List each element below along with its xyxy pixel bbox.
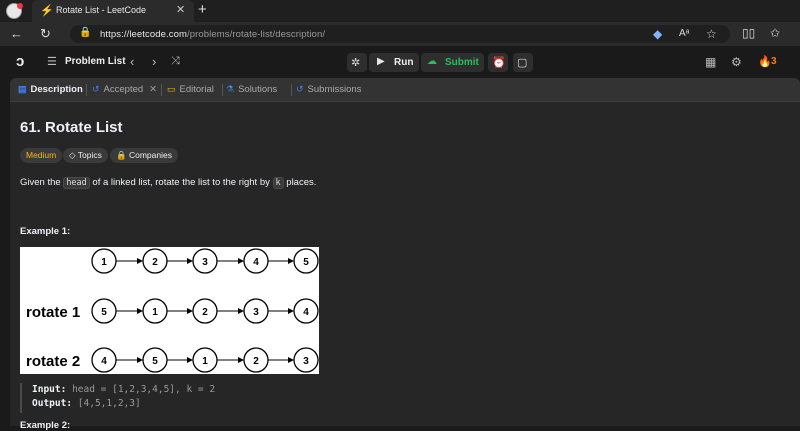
- favorite-star-icon[interactable]: ☆: [706, 27, 717, 41]
- submit-label: Submit: [445, 57, 479, 68]
- diagram-node-value: 2: [202, 307, 208, 318]
- topics-button[interactable]: ◇ Topics: [63, 148, 108, 163]
- address-bar-row: ← ↻ 🔒 https://leetcode.com/problems/rota…: [0, 22, 800, 46]
- document-icon: ▤: [18, 84, 27, 94]
- layout-grid-icon[interactable]: ▦: [705, 55, 716, 69]
- alarm-clock-icon: ⏰: [492, 57, 506, 69]
- rotate-list-diagram: 1 2 3 4 5 rotate 1 5 1 2 3 4 rotate 2 4 5 1 2 3: [20, 247, 319, 374]
- url-text: https://leetcode.com/problems/rotate-lis…: [100, 29, 326, 40]
- tab-divider: [222, 84, 223, 96]
- tab-divider: [291, 84, 292, 96]
- prev-problem-icon[interactable]: ‹: [130, 54, 134, 69]
- tab-editorial[interactable]: ▭ Editorial: [167, 84, 214, 95]
- diagram-row-label: rotate 2: [26, 353, 80, 370]
- diagram-node-value: 3: [303, 356, 309, 367]
- favorites-bar-icon[interactable]: ✩: [770, 26, 780, 40]
- example-output: Output: [4,5,1,2,3]: [32, 398, 141, 409]
- diagram-node-value: 4: [253, 257, 259, 268]
- diagram-node-value: 5: [152, 356, 158, 367]
- url-field[interactable]: 🔒 https://leetcode.com/problems/rotate-l…: [70, 25, 730, 43]
- leetcode-logo-icon[interactable]: ↄ: [16, 53, 24, 70]
- split-screen-icon[interactable]: ▯▯: [742, 26, 755, 40]
- run-button[interactable]: ▶ Run: [369, 53, 419, 72]
- note-icon: ▢: [517, 57, 528, 69]
- browser-tab-active[interactable]: ⚡ Rotate List - LeetCode ✕: [32, 0, 194, 22]
- browser-tab-strip: ⚡ Rotate List - LeetCode ✕ +: [0, 0, 800, 22]
- companies-button[interactable]: 🔒 Companies: [110, 148, 178, 163]
- settings-gear-icon[interactable]: ⚙: [731, 55, 742, 69]
- tab-divider: [161, 84, 162, 96]
- reload-icon[interactable]: ↻: [40, 26, 51, 42]
- cloud-upload-icon: ☁: [427, 56, 437, 67]
- lock-icon: 🔒: [79, 27, 92, 38]
- diagram-node-value: 1: [101, 257, 107, 268]
- bug-icon: ✲: [351, 57, 361, 69]
- tab-title: Rotate List - LeetCode: [56, 5, 147, 15]
- profile-avatar-icon[interactable]: [6, 3, 23, 19]
- debug-button[interactable]: ✲: [347, 53, 367, 72]
- problem-description: Given the head of a linked list, rotate …: [20, 177, 317, 189]
- read-aloud-icon[interactable]: Aᵃ: [679, 28, 689, 39]
- close-tab-accepted-icon[interactable]: ✕: [149, 84, 157, 95]
- difficulty-badge: Medium: [20, 148, 63, 163]
- diagram-node-value: 5: [101, 307, 107, 318]
- problem-title: 61. Rotate List: [20, 119, 123, 136]
- diagram-node-value: 3: [202, 257, 208, 268]
- diagram-node-value: 3: [253, 307, 259, 318]
- tab-divider: [86, 84, 87, 96]
- back-arrow-icon[interactable]: ←: [10, 26, 23, 41]
- example-quote-bar: [20, 383, 22, 413]
- play-icon: ▶: [377, 56, 385, 67]
- timer-button[interactable]: ⏰: [488, 53, 508, 72]
- shuffle-icon[interactable]: ⤨: [171, 55, 180, 68]
- leetcode-favicon-icon: ⚡: [40, 5, 54, 17]
- inline-code-k: k: [272, 177, 284, 189]
- lock-icon: 🔒: [116, 150, 129, 160]
- tab-description[interactable]: ▤ Description: [18, 84, 83, 95]
- tag-extension-icon[interactable]: ◆: [653, 27, 662, 41]
- notes-button[interactable]: ▢: [513, 53, 533, 72]
- flask-icon: ⚗: [226, 84, 235, 94]
- streak-count[interactable]: 3: [771, 56, 777, 67]
- example-input: Input: head = [1,2,3,4,5], k = 2: [32, 384, 216, 395]
- example-1-heading: Example 1:: [20, 226, 71, 237]
- panel-tab-bar: ▤ Description ↺ Accepted ✕ ▭ Editorial ⚗ Solu…: [10, 78, 800, 102]
- next-problem-icon[interactable]: ›: [152, 54, 156, 69]
- submit-button[interactable]: ☁ Submit: [421, 53, 484, 72]
- history-icon: ↺: [296, 84, 304, 94]
- diagram-node-value: 2: [253, 356, 259, 367]
- history-icon: ↺: [92, 84, 100, 94]
- tab-solutions[interactable]: ⚗ Solutions: [226, 84, 277, 95]
- close-tab-icon[interactable]: ✕: [176, 3, 185, 16]
- diagram-node-value: 2: [152, 257, 158, 268]
- list-icon: ☰: [47, 56, 57, 68]
- diagram-node-value: 1: [202, 356, 208, 367]
- run-label: Run: [394, 57, 414, 68]
- tab-submissions[interactable]: ↺ Submissions: [296, 84, 361, 95]
- leetcode-header: ↄ ☰ Problem List ‹ › ⤨ ✲ ▶ Run ☁ Submit …: [0, 46, 800, 78]
- problem-list-link[interactable]: Problem List: [65, 56, 126, 67]
- new-tab-icon[interactable]: +: [198, 1, 207, 18]
- tag-icon: ◇: [69, 150, 78, 160]
- diagram-node-value: 1: [152, 307, 158, 318]
- diagram-row-label: rotate 1: [26, 304, 80, 321]
- diagram-node-value: 4: [101, 356, 107, 367]
- book-icon: ▭: [167, 84, 176, 94]
- tab-accepted[interactable]: ↺ Accepted ✕: [92, 84, 157, 95]
- streak-flame-icon: 🔥: [758, 56, 772, 68]
- inline-code-head: head: [63, 177, 90, 189]
- diagram-node-value: 4: [303, 307, 309, 318]
- diagram-node-value: 5: [303, 257, 309, 268]
